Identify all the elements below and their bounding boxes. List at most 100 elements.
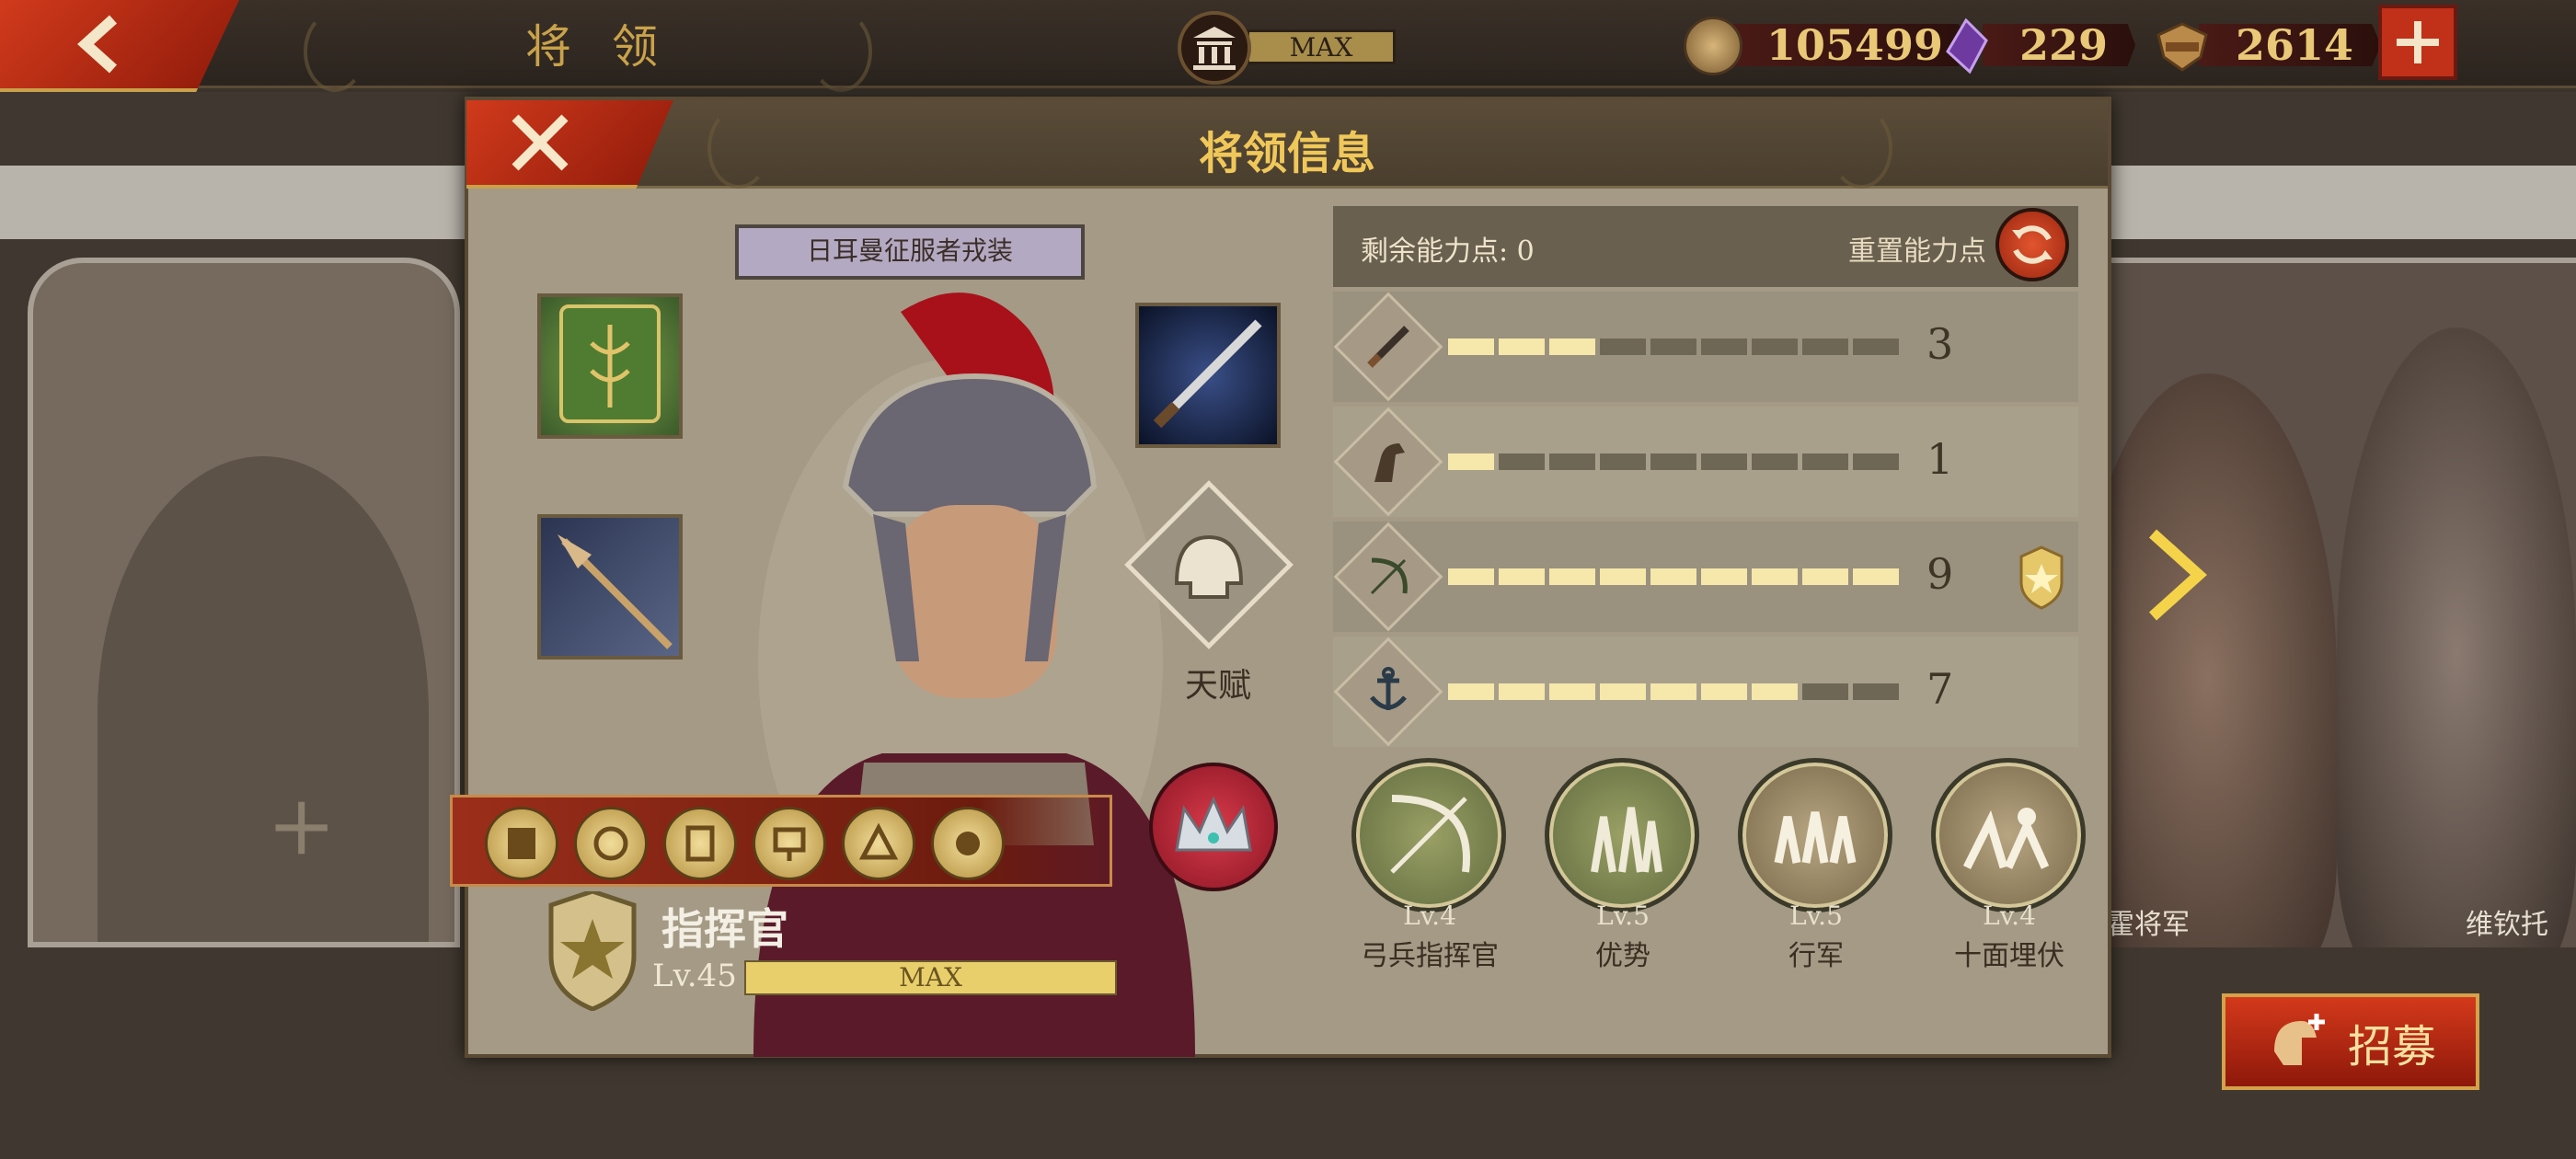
add-hero-plus-icon[interactable]: + xyxy=(267,777,336,874)
stat-bar-segment xyxy=(1448,568,1494,585)
helmet-medal-icon[interactable] xyxy=(931,807,1005,880)
stat-bar-segment xyxy=(1600,453,1646,470)
refresh-icon xyxy=(2012,225,2053,264)
stat-bar-segment xyxy=(1499,339,1545,355)
close-icon xyxy=(512,114,569,171)
bow-arrow-skill-icon xyxy=(1351,758,1506,912)
marching-soldiers-skill-icon xyxy=(1738,758,1892,912)
fortress-medal-icon[interactable] xyxy=(842,807,915,880)
hero-name-label: 霍将军 xyxy=(2107,909,2190,941)
skill-level: Lv.4 xyxy=(1983,901,2036,931)
temple-icon xyxy=(1178,11,1251,85)
hero-info-dialog: 将领信息 日耳曼征服者戎装 天赋 指挥官 Lv.45 MAX 剩余能力点: 0 … xyxy=(450,97,2111,1058)
skill-name: 行军 xyxy=(1788,940,1844,972)
spqr-eagle-icon xyxy=(2153,17,2212,75)
mercury-banner-icon xyxy=(559,304,661,423)
outfit-label[interactable]: 日耳曼征服者戎装 xyxy=(735,224,1085,280)
purple-gem-icon xyxy=(1937,17,1995,75)
add-resource-button[interactable] xyxy=(2378,5,2457,80)
spear-equipment-slot[interactable] xyxy=(537,514,683,660)
anchor-icon xyxy=(1352,656,1424,728)
stat-bar-segment xyxy=(1600,683,1646,700)
stat-row-attack[interactable]: 3 xyxy=(1333,292,2078,402)
eagle-medal-icon[interactable] xyxy=(485,807,558,880)
wreath-right-icon xyxy=(810,11,872,92)
spqr-resource[interactable]: 2614 xyxy=(2153,17,2382,75)
hero-exp-bar: MAX xyxy=(744,960,1117,995)
stat-bar-segment xyxy=(1650,339,1696,355)
horse-head-icon xyxy=(1352,426,1424,498)
stat-bar-segment xyxy=(1701,683,1747,700)
next-arrow-icon[interactable] xyxy=(2144,524,2217,625)
reset-points-button[interactable] xyxy=(1995,208,2069,281)
sword-icon xyxy=(1352,311,1424,383)
coin-value: 105499 xyxy=(1730,24,1972,66)
stat-row-navy[interactable]: 7 xyxy=(1333,637,2078,747)
stat-progress-bar xyxy=(1448,453,1899,470)
remaining-points-label: 剩余能力点: 0 xyxy=(1361,235,1535,268)
hero-name-label: 维钦托 xyxy=(2466,909,2548,941)
stat-bar-segment xyxy=(1752,683,1798,700)
helmet-icon xyxy=(1174,534,1244,599)
banner-medal-icon[interactable] xyxy=(753,807,826,880)
back-arrow-icon xyxy=(77,15,118,74)
stat-value: 3 xyxy=(1926,319,1954,369)
stat-bar-segment xyxy=(1499,453,1545,470)
skill-level: Lv.5 xyxy=(1789,901,1843,931)
hero-portrait-right xyxy=(2337,327,2576,947)
title-badge-strip xyxy=(450,795,1112,887)
stat-icon-frame xyxy=(1333,292,1443,402)
stat-bar-segment xyxy=(1448,453,1494,470)
gem-resource[interactable]: 229 xyxy=(1937,17,2139,75)
crown-button[interactable] xyxy=(1149,763,1278,891)
skill-level: Lv.5 xyxy=(1596,901,1650,931)
back-button[interactable] xyxy=(0,0,239,92)
dialog-title: 将领信息 xyxy=(1198,128,1375,179)
shield-medal-icon[interactable] xyxy=(663,807,737,880)
max-star-badge-icon xyxy=(2019,545,2064,610)
stat-bar-segment xyxy=(1650,568,1696,585)
empty-hero-slot[interactable] xyxy=(28,258,460,947)
stat-bar-segment xyxy=(1802,568,1848,585)
stat-icon-frame xyxy=(1333,522,1443,632)
stat-bar-segment xyxy=(1600,339,1646,355)
stat-icon-frame xyxy=(1333,407,1443,517)
stat-bar-segment xyxy=(1853,568,1899,585)
stat-bar-segment xyxy=(1701,453,1747,470)
stat-row-archer[interactable]: 9 xyxy=(1333,522,2078,632)
stat-bar-segment xyxy=(1549,453,1595,470)
wreath-left-icon xyxy=(707,108,770,189)
stat-bar-segment xyxy=(1752,339,1798,355)
coin-icon xyxy=(1684,17,1742,75)
stat-bar-segment xyxy=(1448,683,1494,700)
stat-bar-segment xyxy=(1802,339,1848,355)
gem-value: 229 xyxy=(1983,24,2136,66)
stat-bar-segment xyxy=(1802,683,1848,700)
stat-value: 9 xyxy=(1926,549,1954,599)
stat-bar-segment xyxy=(1853,339,1899,355)
stat-icon-frame xyxy=(1333,637,1443,747)
skill-level: Lv.4 xyxy=(1403,901,1456,931)
ambush-skill-icon xyxy=(1931,758,2086,912)
crown-icon xyxy=(1175,796,1252,852)
stat-bar-segment xyxy=(1701,568,1747,585)
coin-resource[interactable]: 105499 xyxy=(1684,17,1972,75)
stat-progress-bar xyxy=(1448,568,1899,585)
stat-bar-segment xyxy=(1448,339,1494,355)
stat-value: 7 xyxy=(1926,664,1954,714)
compass-medal-icon[interactable] xyxy=(574,807,648,880)
stat-row-cavalry[interactable]: 1 xyxy=(1333,407,2078,517)
plus-icon xyxy=(2397,21,2439,63)
stat-bar-segment xyxy=(1853,683,1899,700)
archers-skill-icon xyxy=(1545,758,1699,912)
stat-bar-segment xyxy=(1650,453,1696,470)
talent-label: 天赋 xyxy=(1184,667,1251,705)
stat-bar-segment xyxy=(1600,568,1646,585)
recruit-button[interactable]: 招募 xyxy=(2222,993,2479,1090)
building-level[interactable] xyxy=(1178,11,1398,85)
banner-equipment-slot[interactable] xyxy=(537,293,683,439)
stat-bar-segment xyxy=(1549,339,1595,355)
skill-name: 十面埋伏 xyxy=(1954,940,2064,972)
bow-icon xyxy=(1352,541,1424,613)
hero-silhouette xyxy=(98,456,429,942)
